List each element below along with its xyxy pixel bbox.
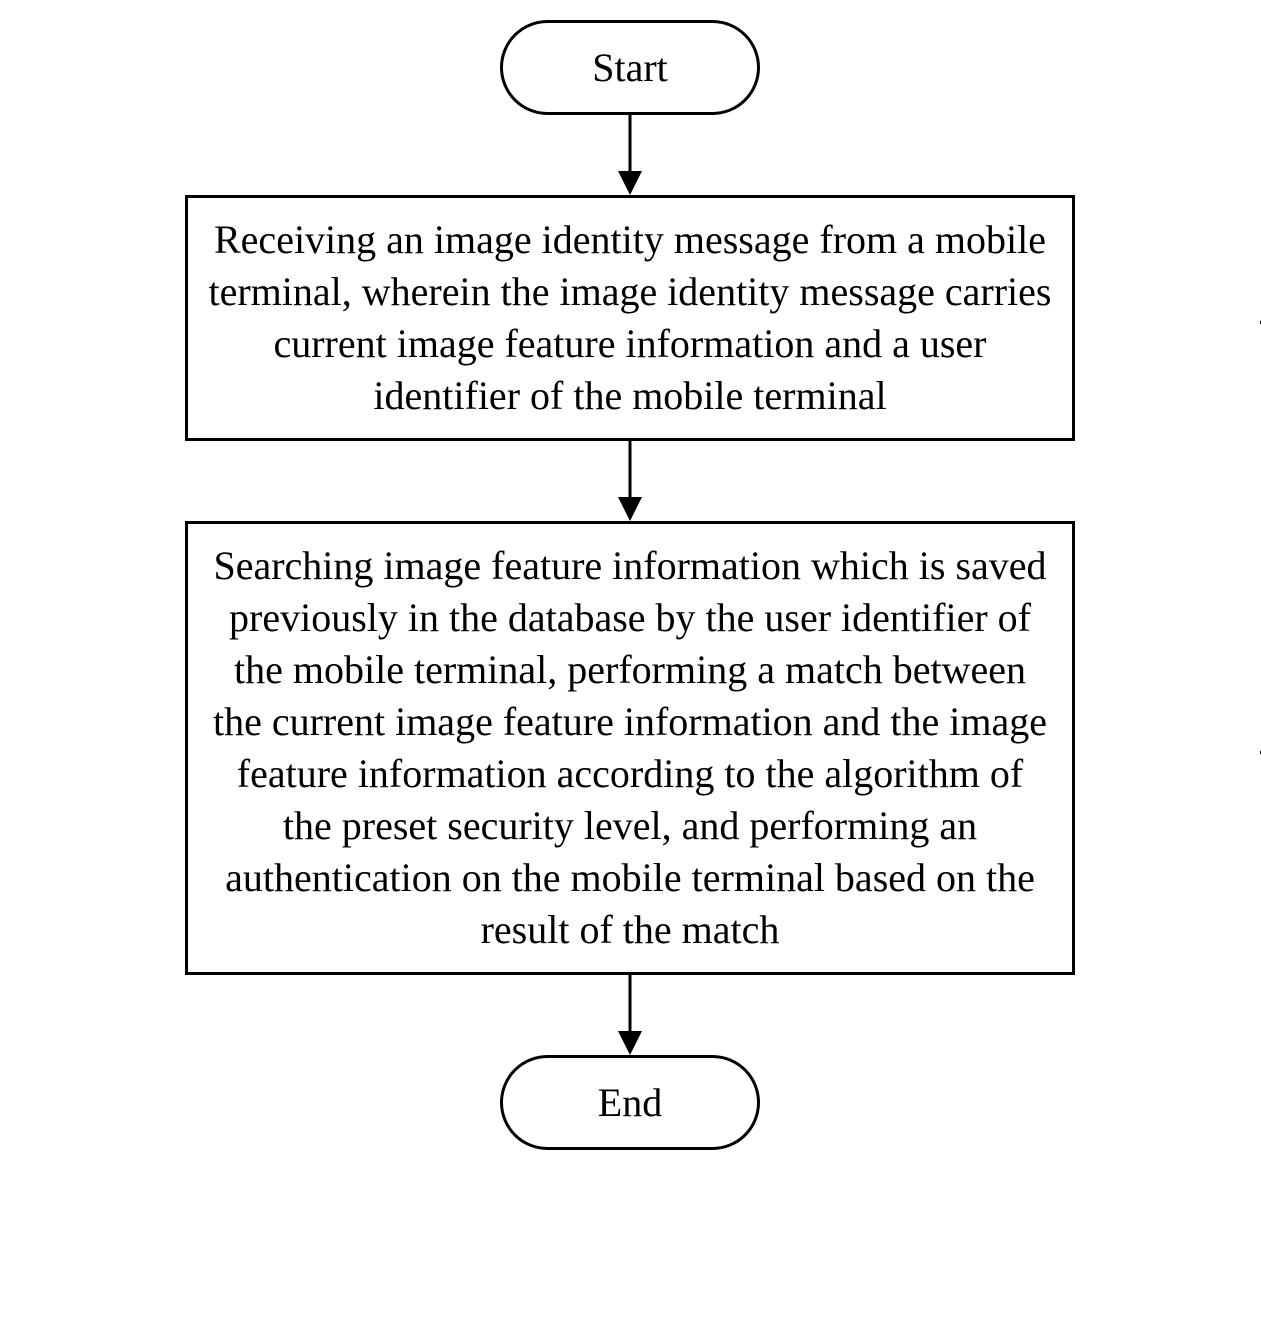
connector-arrow bbox=[50, 441, 1210, 521]
flowchart-container: Start Receiving an image identity messag… bbox=[50, 20, 1210, 1150]
end-terminator: End bbox=[500, 1055, 760, 1150]
process-step-2: Searching image feature information whic… bbox=[185, 521, 1075, 975]
step-1-text: Receiving an image identity message from… bbox=[208, 217, 1051, 418]
step-1-wrap: Receiving an image identity message from… bbox=[50, 195, 1210, 441]
process-step-1: Receiving an image identity message from… bbox=[185, 195, 1075, 441]
step-2-text: Searching image feature information whic… bbox=[213, 543, 1047, 952]
connector-arrow bbox=[50, 115, 1210, 195]
start-terminator: Start bbox=[500, 20, 760, 115]
start-label: Start bbox=[592, 44, 668, 91]
connector-arrow bbox=[50, 975, 1210, 1055]
step-2-wrap: Searching image feature information whic… bbox=[50, 521, 1210, 975]
end-label: End bbox=[598, 1079, 662, 1126]
